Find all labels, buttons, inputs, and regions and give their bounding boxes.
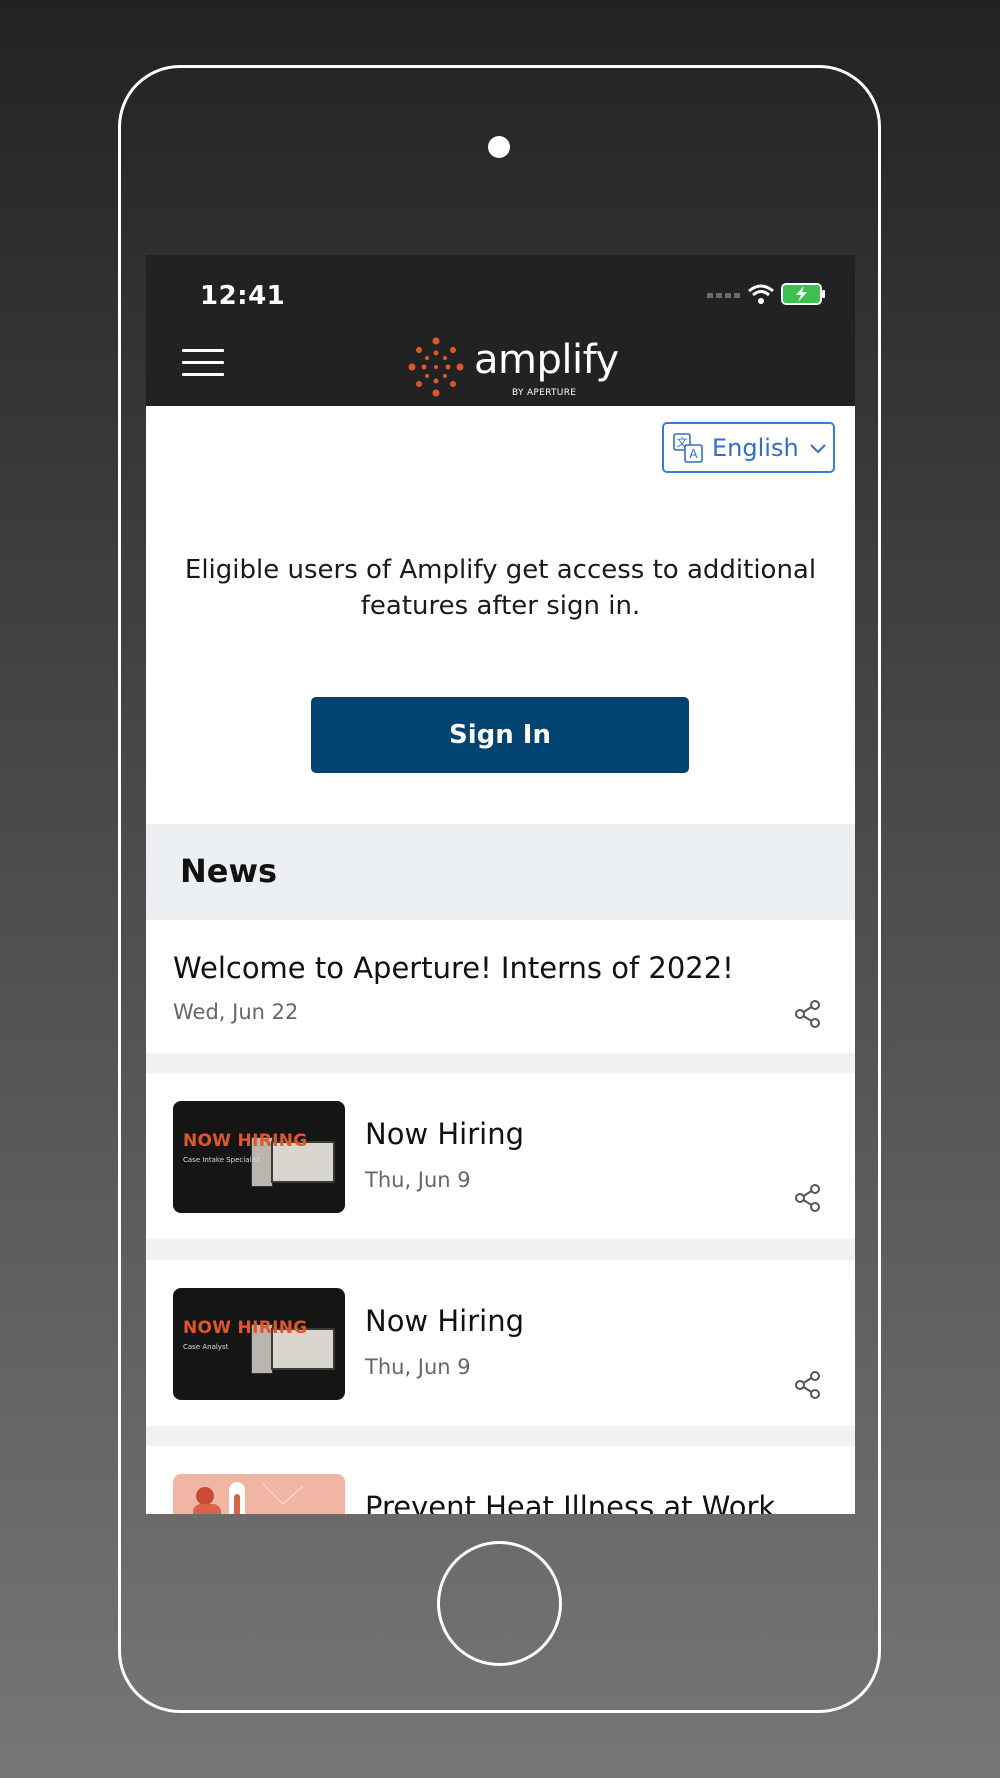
news-item-thumbnail: NOW HIRING Case Analyst <box>173 1288 345 1400</box>
chevron-down-icon <box>809 443 826 453</box>
hamburger-menu-button[interactable] <box>182 349 226 379</box>
thumbnail-headline: NOW HIRING <box>183 1318 308 1338</box>
status-icons <box>707 281 827 307</box>
news-item[interactable]: NOW HIRING Case Analyst Now Hiring Thu, … <box>146 1260 855 1426</box>
news-item-date: Wed, Jun 22 <box>173 1000 299 1024</box>
news-item-date: Thu, Jun 9 <box>365 1168 471 1192</box>
news-item-date: Thu, Jun 9 <box>365 1355 471 1379</box>
menu-line <box>182 361 224 364</box>
main-content: 文 A English Eligible users of Amplify ge… <box>146 406 855 1514</box>
thumbnail-headline: NOW HIRING <box>183 1131 308 1151</box>
wifi-icon <box>748 284 774 304</box>
app-header: amplify BY APERTURE <box>146 325 855 406</box>
logo-subtext: BY APERTURE <box>512 388 577 398</box>
status-time: 12:41 <box>200 281 286 311</box>
news-item-thumbnail <box>173 1474 345 1514</box>
news-item-title: Now Hiring <box>365 1304 525 1338</box>
logo-burst-icon <box>408 337 464 397</box>
share-icon[interactable] <box>793 1370 823 1400</box>
amplify-logo: amplify BY APERTURE <box>406 331 619 403</box>
language-selector[interactable]: 文 A English <box>662 422 835 473</box>
menu-line <box>182 349 224 352</box>
battery-charging-icon <box>781 283 825 305</box>
status-bar: 12:41 <box>146 255 855 325</box>
news-title: News <box>180 852 278 890</box>
share-icon[interactable] <box>793 1183 823 1213</box>
heat-illustration-icon <box>193 1482 304 1514</box>
news-item-title: Prevent Heat Illness at Work <box>365 1490 776 1514</box>
share-icon[interactable] <box>793 999 823 1029</box>
news-item-thumbnail: NOW HIRING Case Intake Specialist <box>173 1101 345 1213</box>
signin-intro-text: Eligible users of Amplify get access to … <box>184 555 817 621</box>
cellular-signal-icon <box>707 293 740 298</box>
app-screen: 12:41 amplify BY APERTURE 文 A English El… <box>146 255 855 1514</box>
news-item[interactable]: NOW HIRING Case Intake Specialist Now Hi… <box>146 1073 855 1239</box>
svg-text:A: A <box>689 447 698 461</box>
thumbnail-subtitle: Case Intake Specialist <box>183 1156 260 1164</box>
thumbnail-subtitle: Case Analyst <box>183 1343 229 1351</box>
news-item[interactable]: Welcome to Aperture! Interns of 2022! We… <box>146 920 855 1053</box>
news-item-title: Now Hiring <box>365 1117 525 1151</box>
front-camera <box>488 136 510 158</box>
news-section-header: News <box>146 824 855 920</box>
news-item-title: Welcome to Aperture! Interns of 2022! <box>173 951 734 985</box>
sign-in-button[interactable]: Sign In <box>311 697 689 773</box>
news-item[interactable]: Prevent Heat Illness at Work <box>146 1446 855 1514</box>
signin-section: 文 A English Eligible users of Amplify ge… <box>146 406 855 824</box>
menu-line <box>182 373 224 376</box>
home-button[interactable] <box>437 1541 562 1666</box>
logo-wordmark: amplify <box>474 337 619 383</box>
language-label: English <box>712 433 799 462</box>
translate-icon: 文 A <box>673 432 703 463</box>
